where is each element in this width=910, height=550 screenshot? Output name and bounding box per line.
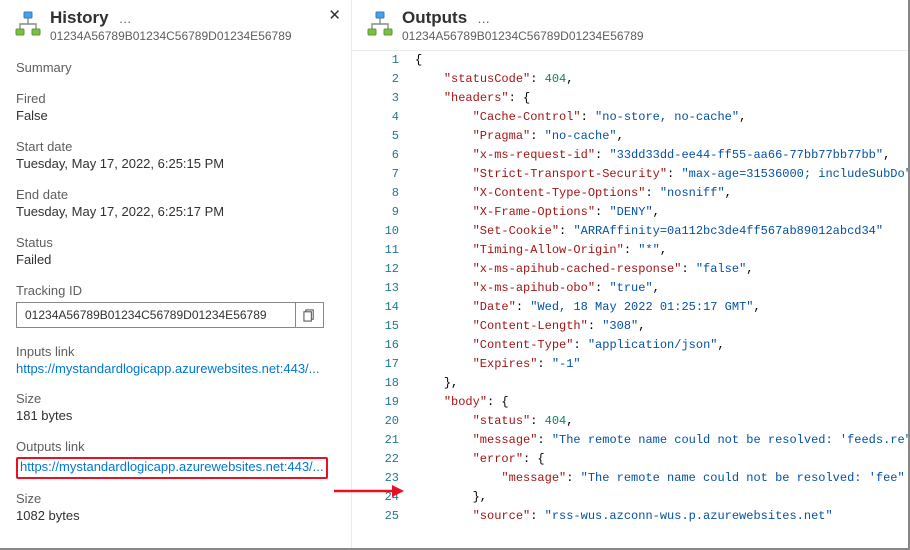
inputs-link-label: Inputs link xyxy=(16,344,335,359)
close-icon[interactable]: ✕ xyxy=(328,6,341,24)
json-content: { "statusCode": 404, "headers": { "Cache… xyxy=(411,51,908,548)
summary-heading: Summary xyxy=(16,60,335,75)
more-icon[interactable]: … xyxy=(477,9,490,29)
status-label: Status xyxy=(16,235,335,250)
tracking-id-input[interactable] xyxy=(17,308,295,322)
end-date-label: End date xyxy=(16,187,335,202)
history-title: History xyxy=(50,8,109,28)
end-date-value: Tuesday, May 17, 2022, 6:25:17 PM xyxy=(16,204,335,219)
history-run-id: 01234A56789B01234C56789D01234E56789 xyxy=(50,29,292,43)
history-panel-header: History … 01234A56789B01234C56789D01234E… xyxy=(0,0,351,44)
more-icon[interactable]: … xyxy=(119,9,132,29)
tracking-id-field xyxy=(16,302,324,328)
copy-button[interactable] xyxy=(295,303,323,327)
inputs-link[interactable]: https://mystandardlogicapp.azurewebsites… xyxy=(16,361,320,376)
status-value: Failed xyxy=(16,252,335,267)
history-panel: History … 01234A56789B01234C56789D01234E… xyxy=(0,0,352,548)
outputs-panel: Outputs … 01234A56789B01234C56789D01234E… xyxy=(352,0,908,548)
outputs-link[interactable]: https://mystandardlogicapp.azurewebsites… xyxy=(20,459,324,474)
inputs-size-label: Size xyxy=(16,391,335,406)
copy-icon xyxy=(303,309,316,322)
fired-value: False xyxy=(16,108,335,123)
outputs-run-id: 01234A56789B01234C56789D01234E56789 xyxy=(402,29,644,43)
start-date-label: Start date xyxy=(16,139,335,154)
outputs-link-label: Outputs link xyxy=(16,439,335,454)
tracking-id-label: Tracking ID xyxy=(16,283,335,298)
outputs-panel-header: Outputs … 01234A56789B01234C56789D01234E… xyxy=(352,0,908,44)
outputs-link-highlight: https://mystandardlogicapp.azurewebsites… xyxy=(16,457,328,479)
fired-label: Fired xyxy=(16,91,335,106)
outputs-size-label: Size xyxy=(16,491,335,506)
outputs-title: Outputs xyxy=(402,8,467,28)
inputs-size-value: 181 bytes xyxy=(16,408,335,423)
workflow-icon xyxy=(14,11,42,39)
workflow-icon xyxy=(366,11,394,39)
line-number-gutter: 1234567891011121314151617181920212223242… xyxy=(377,51,411,548)
start-date-value: Tuesday, May 17, 2022, 6:25:15 PM xyxy=(16,156,335,171)
outputs-size-value: 1082 bytes xyxy=(16,508,335,523)
arrow-annotation-icon xyxy=(334,480,404,502)
json-viewer[interactable]: 1234567891011121314151617181920212223242… xyxy=(352,50,908,548)
